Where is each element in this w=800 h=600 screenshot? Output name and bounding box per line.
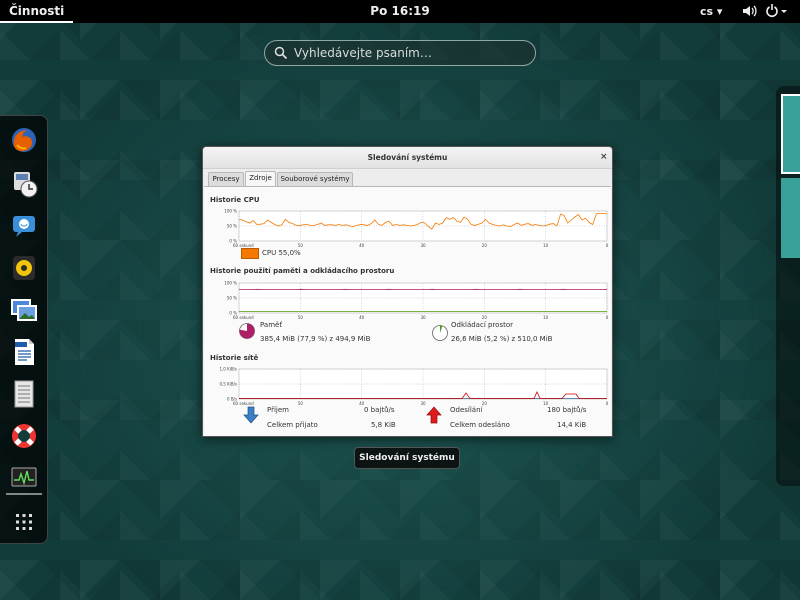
net-x-tick: 20 xyxy=(482,401,488,406)
help-lifebuoy-icon[interactable] xyxy=(8,420,40,452)
clock[interactable]: Po 16:19 xyxy=(0,4,800,18)
cpu-x-tick: 20 xyxy=(482,243,488,248)
music-app-icon[interactable] xyxy=(8,252,40,284)
rx-value: 0 bajtů/s xyxy=(364,406,395,414)
mem-y-tick: 50 % xyxy=(227,296,237,301)
search-placeholder: Vyhledávejte psaním… xyxy=(294,46,432,60)
net-x-tick: 50 xyxy=(298,401,304,406)
system-monitor-icon[interactable] xyxy=(8,462,40,494)
tab-processes[interactable]: Procesy xyxy=(208,172,244,186)
writer-doc-icon[interactable] xyxy=(8,336,40,368)
swap-value: 26,6 MiB (5,2 %) z 510,0 MiB xyxy=(451,335,553,343)
swap-pie-icon[interactable] xyxy=(431,324,449,342)
photos-app-icon[interactable] xyxy=(8,294,40,326)
cpu-color-swatch[interactable] xyxy=(241,248,259,259)
workspace-switcher xyxy=(776,86,800,486)
tx-value: 180 bajtů/s xyxy=(547,406,587,414)
tx-label: Odesílání xyxy=(450,406,483,414)
mem-x-tick: 0 xyxy=(606,315,609,320)
tx-total-label: Celkem odesláno xyxy=(450,421,510,429)
net-y-tick: 0,5 KiB/s xyxy=(219,382,237,387)
firefox-icon[interactable] xyxy=(8,124,40,156)
archive-app-icon[interactable] xyxy=(8,378,40,410)
window-caption-tooltip: Sledování systému xyxy=(354,447,460,469)
window-titlebar[interactable]: Sledování systému × xyxy=(203,147,612,169)
dash xyxy=(0,115,48,544)
cpu-legend: CPU 55,0% xyxy=(262,249,301,257)
rx-total: 5,8 KiB xyxy=(371,421,396,429)
running-indicator xyxy=(6,493,42,495)
clock-app-icon[interactable] xyxy=(8,168,40,200)
cpu-history-title: Historie CPU xyxy=(210,196,260,204)
mem-x-tick: 50 xyxy=(298,315,304,320)
cpu-y-tick: 50 % xyxy=(227,224,237,229)
mem-y-tick: 100 % xyxy=(224,281,237,286)
show-apps-grid-icon[interactable] xyxy=(8,506,40,538)
swap-label: Odkládací prostor xyxy=(451,321,513,329)
mem-x-tick: 20 xyxy=(482,315,488,320)
rx-label: Příjem xyxy=(267,406,289,414)
cpu-y-tick: 100 % xyxy=(224,209,237,214)
system-monitor-window: Sledování systému × Procesy Zdroje Soubo… xyxy=(202,146,613,437)
network-history-graph: 1,0 KiB/s0,5 KiB/s0 B/s60 sekund 50 40 30 20… xyxy=(219,367,609,407)
tab-resources[interactable]: Zdroje xyxy=(245,171,276,187)
cpu-x-tick: 40 xyxy=(359,243,365,248)
window-title: Sledování systému xyxy=(367,153,448,162)
keyboard-layout-indicator[interactable]: cs ▾ xyxy=(700,5,722,18)
resources-panel: Historie CPU 100 % 50 % 0 % 60 sekund 50 40 30… xyxy=(204,186,611,436)
cpu-x-tick: 50 xyxy=(298,243,304,248)
upload-arrow-icon[interactable] xyxy=(425,406,443,424)
memory-label: Paměť xyxy=(260,321,283,329)
mem-x-tick: 60 sekund xyxy=(233,315,254,320)
memory-history-graph: 100 %50 %0 %60 sekund 50 40 30 20 10 0 xyxy=(224,281,609,321)
memory-pie-icon[interactable] xyxy=(238,322,256,340)
download-arrow-icon[interactable] xyxy=(242,406,260,424)
tx-total: 14,4 KiB xyxy=(557,421,587,429)
cpu-history-graph: 100 %50 %0 %60 sekund 50 40 30 20 10 0 xyxy=(224,209,609,249)
mem-x-tick: 10 xyxy=(543,315,549,320)
rx-total-label: Celkem přijato xyxy=(267,421,318,429)
net-y-tick: 1,0 KiB/s xyxy=(219,367,237,372)
cpu-x-tick: 10 xyxy=(543,243,549,248)
volume-icon[interactable] xyxy=(741,3,757,19)
mem-x-tick: 40 xyxy=(359,315,365,320)
top-panel: Činnosti Po 16:19 cs ▾ xyxy=(0,0,800,23)
chat-app-icon[interactable] xyxy=(8,210,40,242)
mem-x-tick: 30 xyxy=(420,315,426,320)
workspace-2[interactable] xyxy=(781,178,800,258)
memory-history-title: Historie použití paměti a odkládacího pr… xyxy=(210,267,395,275)
network-history-title: Historie sítě xyxy=(210,354,259,362)
cpu-x-tick: 30 xyxy=(420,243,426,248)
close-icon[interactable]: × xyxy=(600,152,608,162)
memory-value: 385,4 MiB (77,9 %) z 494,9 MiB xyxy=(260,335,371,343)
tab-filesystems[interactable]: Souborové systémy xyxy=(277,172,353,186)
workspace-1[interactable] xyxy=(781,94,800,174)
power-menu[interactable] xyxy=(765,3,789,19)
net-x-tick: 0 xyxy=(606,401,609,406)
search-entry[interactable]: Vyhledávejte psaním… xyxy=(264,40,536,66)
cpu-x-tick: 0 xyxy=(606,243,609,248)
search-icon xyxy=(274,46,288,60)
activities-button[interactable]: Činnosti xyxy=(0,0,74,23)
